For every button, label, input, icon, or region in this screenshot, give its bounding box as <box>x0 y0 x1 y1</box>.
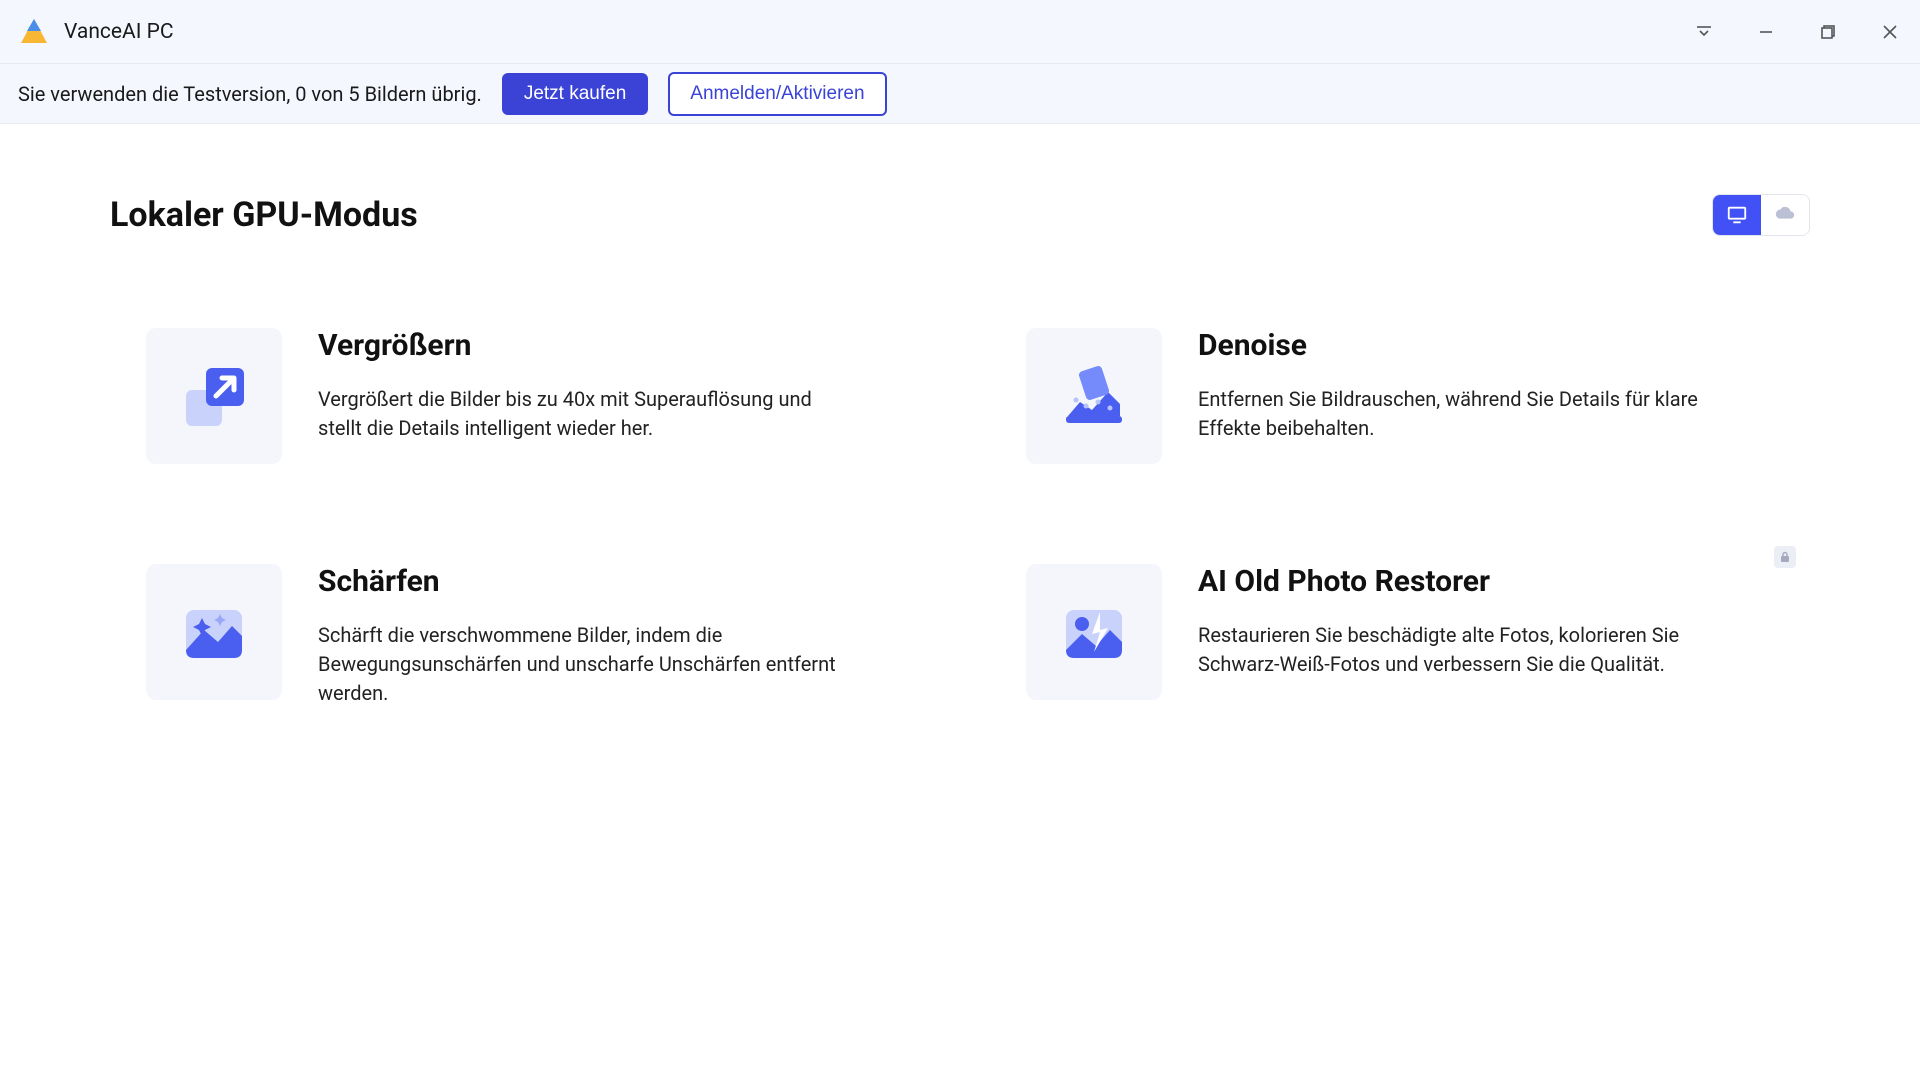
dropdown-button[interactable] <box>1692 20 1716 44</box>
mode-toggle <box>1712 194 1810 236</box>
login-activate-button[interactable]: Anmelden/Aktivieren <box>668 72 886 116</box>
card-description: Schärft die verschwommene Bilder, indem … <box>318 621 858 708</box>
close-button[interactable] <box>1878 20 1902 44</box>
page-title: Lokaler GPU-Modus <box>110 195 418 235</box>
titlebar: VanceAI PC <box>0 0 1920 64</box>
sharpen-icon <box>146 564 282 700</box>
cloud-mode-option[interactable] <box>1761 195 1809 235</box>
card-body: Denoise Entfernen Sie Bildrauschen, währ… <box>1198 328 1774 464</box>
maximize-button[interactable] <box>1816 20 1840 44</box>
app-title: VanceAI PC <box>64 20 1692 44</box>
trial-bar: Sie verwenden die Testversion, 0 von 5 B… <box>0 64 1920 124</box>
trial-message: Sie verwenden die Testversion, 0 von 5 B… <box>18 82 482 106</box>
denoise-icon <box>1026 328 1162 464</box>
local-mode-option[interactable] <box>1713 195 1761 235</box>
card-title: Denoise <box>1198 328 1774 363</box>
app-logo-icon <box>18 16 50 48</box>
card-title: Vergrößern <box>318 328 894 363</box>
card-body: AI Old Photo Restorer Restaurieren Sie b… <box>1198 564 1774 708</box>
buy-button[interactable]: Jetzt kaufen <box>502 73 648 115</box>
features-grid: Vergrößern Vergrößert die Bilder bis zu … <box>110 296 1810 740</box>
restorer-icon <box>1026 564 1162 700</box>
feature-card-enlarge[interactable]: Vergrößern Vergrößert die Bilder bis zu … <box>110 296 930 496</box>
card-title: Schärfen <box>318 564 894 599</box>
card-description: Entfernen Sie Bildrauschen, während Sie … <box>1198 385 1738 443</box>
enlarge-icon <box>146 328 282 464</box>
lock-icon <box>1774 546 1796 568</box>
window-controls <box>1692 20 1902 44</box>
feature-card-denoise[interactable]: Denoise Entfernen Sie Bildrauschen, währ… <box>990 296 1810 496</box>
card-title: AI Old Photo Restorer <box>1198 564 1774 599</box>
page-header: Lokaler GPU-Modus <box>110 194 1810 236</box>
feature-card-sharpen[interactable]: Schärfen Schärft die verschwommene Bilde… <box>110 532 930 740</box>
content-area: Lokaler GPU-Modus <box>0 124 1920 1080</box>
card-body: Vergrößern Vergrößert die Bilder bis zu … <box>318 328 894 464</box>
app-window: VanceAI PC <box>0 0 1920 1080</box>
feature-card-restorer[interactable]: AI Old Photo Restorer Restaurieren Sie b… <box>990 532 1810 740</box>
card-description: Restaurieren Sie beschädigte alte Fotos,… <box>1198 621 1738 679</box>
card-description: Vergrößert die Bilder bis zu 40x mit Sup… <box>318 385 858 443</box>
minimize-button[interactable] <box>1754 20 1778 44</box>
card-body: Schärfen Schärft die verschwommene Bilde… <box>318 564 894 708</box>
